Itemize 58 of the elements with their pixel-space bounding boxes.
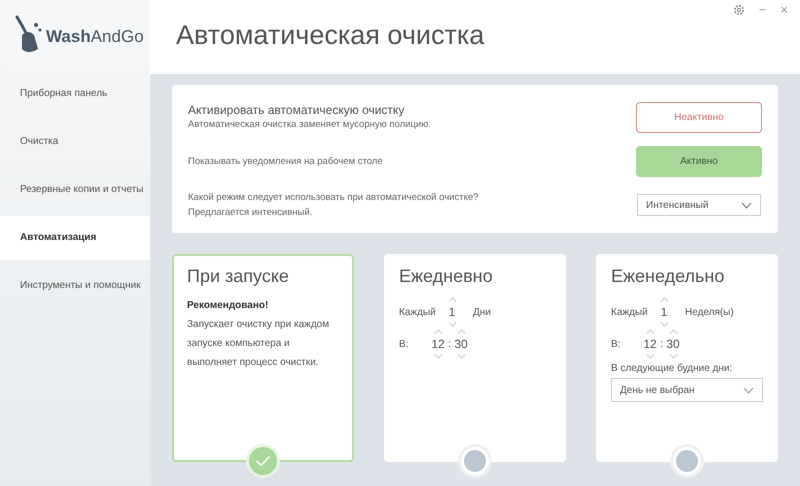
- sidebar-item[interactable]: Инструменты и помощник: [0, 264, 150, 308]
- chevron-down-icon[interactable]: [448, 322, 456, 327]
- card-description: Запускает очистку при каждом запуске компьютера и выполняет процесс очистки.: [187, 318, 330, 370]
- chevron-down-icon: [743, 386, 754, 394]
- setting-label: Какой режим следует использовать при автоматической очистке?: [188, 191, 478, 205]
- weekdays-label: В следующие будние дни:: [611, 363, 734, 374]
- mode-dropdown[interactable]: Интенсивный: [637, 194, 761, 216]
- setting-label: Предлагается интенсивный.: [188, 206, 314, 220]
- chevron-up-icon[interactable]: [646, 329, 654, 334]
- hour-value[interactable]: 12: [431, 337, 445, 351]
- unit-label: Дни: [473, 306, 491, 318]
- count-value[interactable]: 1: [660, 305, 668, 319]
- recommended-note: Рекомендовано!: [187, 299, 270, 313]
- schedule-card[interactable]: При запуске Рекомендовано! Запускает очистку при каждом запуске компьютера и выполняет процесс очистки.: [172, 254, 354, 462]
- minute-value[interactable]: 30: [454, 337, 468, 351]
- every-label: Каждый: [611, 306, 649, 318]
- check-icon: [255, 455, 271, 467]
- chevron-up-icon[interactable]: [434, 329, 442, 334]
- app-logo: WashAndGo: [46, 27, 144, 47]
- page-title: Автоматическая очистка: [176, 20, 484, 51]
- radio-button[interactable]: [670, 444, 704, 478]
- settings-icon[interactable]: [732, 4, 745, 16]
- time-label: В:: [399, 338, 410, 350]
- sidebar-item[interactable]: Очистка: [0, 120, 150, 164]
- chevron-down-icon[interactable]: [434, 354, 442, 359]
- card-title: При запуске: [187, 266, 290, 287]
- unit-label: Неделя(ы): [685, 306, 734, 318]
- card-title: Ежедневно: [399, 266, 494, 287]
- sidebar-item[interactable]: Резервные копии и отчеты: [0, 168, 150, 212]
- sidebar-item[interactable]: Автоматизация: [0, 216, 150, 260]
- chevron-up-icon[interactable]: [660, 297, 668, 302]
- broom-icon: [14, 15, 44, 55]
- hour-value[interactable]: 12: [643, 337, 657, 351]
- time-label: В:: [611, 338, 622, 350]
- weekdays-dropdown[interactable]: День не выбран: [611, 378, 763, 402]
- chevron-up-icon[interactable]: [448, 297, 456, 302]
- sidebar-item[interactable]: Приборная панель: [0, 72, 150, 116]
- setting-label: Показывать уведомления на рабочем столе: [188, 154, 383, 168]
- schedule-card[interactable]: Еженедельно Каждый 1 Неделя(ы) В: 12 : 30 В следующие будние дни: День не выбран: [596, 254, 778, 462]
- every-label: Каждый: [399, 306, 437, 318]
- setting-title: Активировать автоматическую очистку: [188, 102, 406, 116]
- time-separator: :: [660, 338, 664, 350]
- time-separator: :: [448, 338, 452, 350]
- count-value[interactable]: 1: [448, 305, 456, 319]
- chevron-down-icon[interactable]: [456, 354, 466, 359]
- schedule-card[interactable]: Ежедневно Каждый 1 Дни В: 12 : 30: [384, 254, 566, 462]
- toggle-button[interactable]: Активно: [636, 146, 762, 176]
- chevron-down-icon[interactable]: [646, 354, 654, 359]
- chevron-up-icon[interactable]: [668, 329, 678, 334]
- chevron-down-icon: [741, 202, 752, 208]
- setting-label: Автоматическая очистка заменяет мусорную полицию.: [188, 118, 431, 132]
- minute-value[interactable]: 30: [666, 337, 680, 351]
- chevron-down-icon[interactable]: [660, 322, 668, 327]
- radio-button[interactable]: [458, 444, 492, 478]
- chevron-down-icon[interactable]: [668, 354, 678, 359]
- card-title: Еженедельно: [611, 266, 726, 287]
- chevron-up-icon[interactable]: [456, 329, 466, 334]
- radio-button[interactable]: [246, 444, 280, 478]
